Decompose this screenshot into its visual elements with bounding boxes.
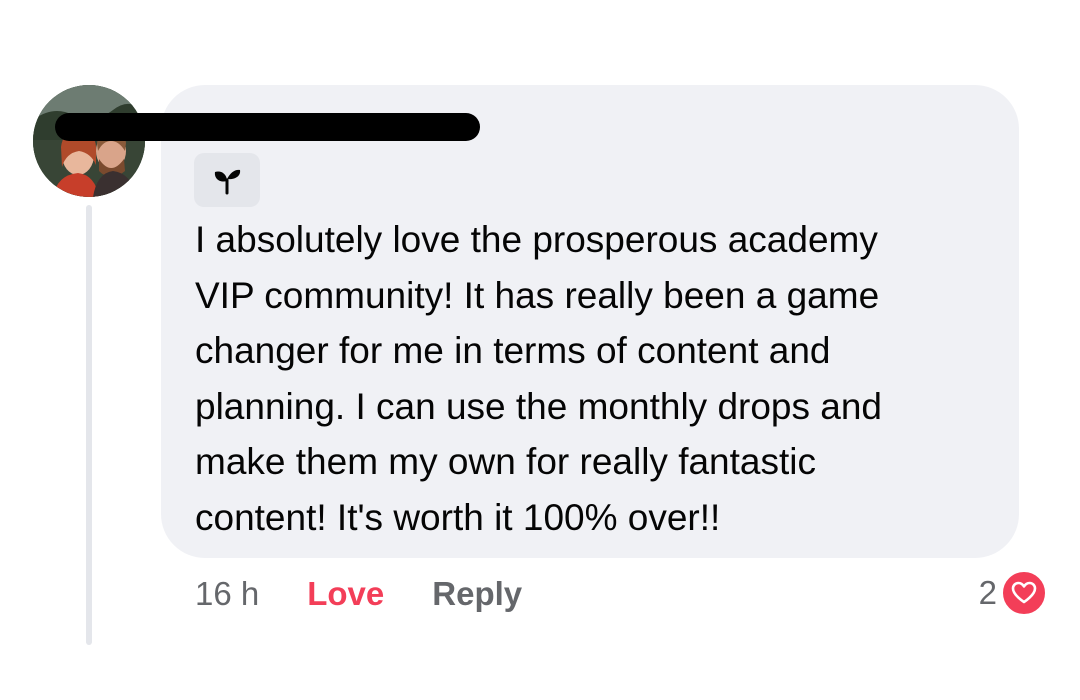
- redacted-author-name: [55, 113, 480, 141]
- reaction-summary[interactable]: 2: [979, 570, 1047, 616]
- comment-actions: 16 h Love Reply: [195, 572, 522, 616]
- avatar[interactable]: [33, 85, 145, 197]
- thread-line: [86, 205, 92, 645]
- love-reaction-button[interactable]: Love: [307, 575, 384, 613]
- reply-button[interactable]: Reply: [432, 575, 522, 613]
- comment-timestamp[interactable]: 16 h: [195, 575, 259, 613]
- top-fan-badge[interactable]: [194, 153, 260, 207]
- comment-page: I absolutely love the prosperous academy…: [0, 0, 1080, 700]
- reaction-count: 2: [978, 574, 997, 611]
- heart-icon: [1001, 570, 1047, 616]
- sprout-icon: [214, 169, 241, 195]
- avatar-photo: [33, 85, 145, 197]
- comment-text: I absolutely love the prosperous academy…: [195, 219, 883, 538]
